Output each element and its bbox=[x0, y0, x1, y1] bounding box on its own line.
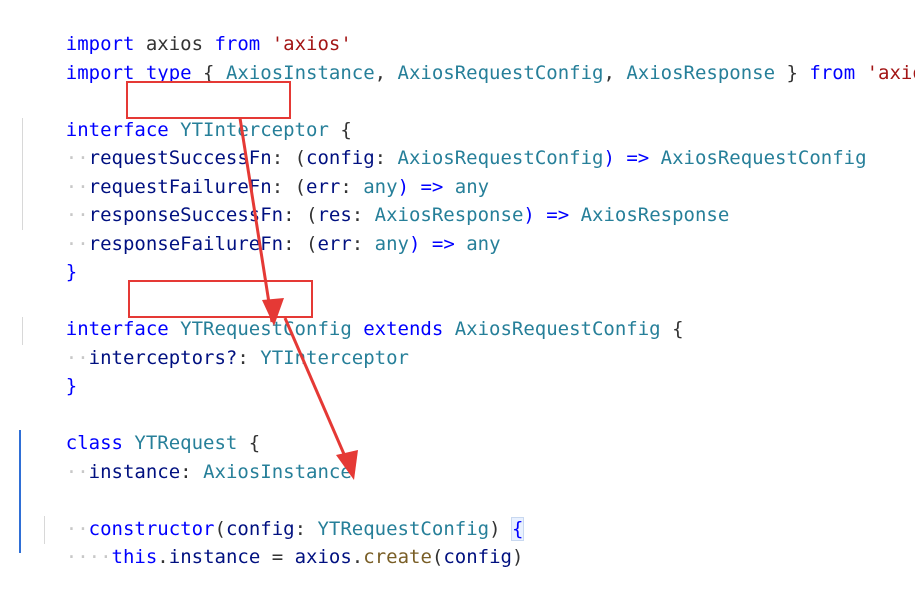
parameter: config bbox=[443, 546, 512, 568]
type-name: AxiosInstance bbox=[203, 461, 352, 483]
property: instance bbox=[88, 461, 181, 483]
punctuation: = bbox=[260, 546, 295, 568]
keyword: import bbox=[65, 62, 135, 84]
code-line-14: ··constructor(config: YTRequestConfig) { bbox=[65, 517, 525, 541]
punctuation: , bbox=[603, 62, 627, 84]
function-name: create bbox=[363, 546, 432, 568]
type-name: AxiosRequestConfig bbox=[397, 62, 604, 84]
punctuation: : ( bbox=[283, 233, 318, 255]
type-name: AxiosResponse bbox=[626, 62, 776, 84]
property: interceptors? bbox=[88, 347, 238, 369]
punctuation: ) bbox=[511, 546, 524, 568]
code-line-11: } bbox=[20, 344, 77, 397]
type-name: AxiosRequestConfig bbox=[660, 147, 867, 169]
identifier: axios bbox=[294, 546, 352, 568]
code-line-13: ··instance: AxiosInstance bbox=[65, 461, 352, 483]
type-name: any bbox=[466, 233, 501, 255]
type-name: AxiosRequestConfig bbox=[454, 318, 661, 340]
punctuation: . bbox=[157, 546, 169, 568]
type-name: any bbox=[374, 233, 409, 255]
closing-brace: } bbox=[65, 375, 78, 397]
annotation-box-ytinterceptor bbox=[126, 81, 291, 119]
punctuation: : bbox=[237, 347, 261, 369]
code-line-8: } bbox=[20, 230, 77, 283]
punctuation: ( bbox=[431, 546, 444, 568]
code-line-12: class YTRequest { bbox=[20, 401, 260, 454]
property: instance bbox=[168, 546, 261, 568]
punctuation: : bbox=[351, 233, 375, 255]
punctuation: , bbox=[374, 62, 398, 84]
code-line-4: ··requestSuccessFn: (config: AxiosReques… bbox=[65, 147, 867, 169]
arrow-operator: ) => bbox=[603, 147, 661, 169]
type-name: AxiosResponse bbox=[580, 204, 730, 226]
type-name: YTInterceptor bbox=[260, 347, 409, 369]
punctuation: : bbox=[180, 461, 204, 483]
keyword: from bbox=[809, 62, 856, 84]
closing-brace: } bbox=[65, 261, 78, 283]
punctuation: { bbox=[660, 318, 684, 340]
code-line-5: ··requestFailureFn: (err: any) => any bbox=[65, 176, 490, 198]
code-line-2: import type { AxiosInstance, AxiosReques… bbox=[20, 31, 915, 84]
punctuation: } bbox=[775, 62, 810, 84]
punctuation: . bbox=[351, 546, 364, 568]
property: responseFailureFn bbox=[88, 233, 284, 255]
code-line-7: ··responseFailureFn: (err: any) => any bbox=[65, 233, 501, 255]
string-literal: 'axios' bbox=[866, 62, 915, 84]
code-line-15: ····this.instance = axios.create(config) bbox=[65, 546, 524, 568]
annotation-box-ytrequestconfig bbox=[128, 280, 313, 318]
arrow-operator: ) => bbox=[409, 233, 467, 255]
parameter: err bbox=[317, 233, 352, 255]
code-editor[interactable]: import axios from 'axios' import type { … bbox=[0, 0, 915, 568]
arrow-operator: ) => bbox=[523, 204, 581, 226]
code-line-6: ··responseSuccessFn: (res: AxiosResponse… bbox=[65, 204, 730, 226]
keyword: this bbox=[111, 546, 158, 568]
code-line-9: interface YTRequestConfig extends AxiosR… bbox=[20, 287, 684, 340]
code-line-1: import axios from 'axios' bbox=[20, 2, 352, 55]
code-line-10: ··interceptors?: YTInterceptor bbox=[65, 347, 409, 369]
